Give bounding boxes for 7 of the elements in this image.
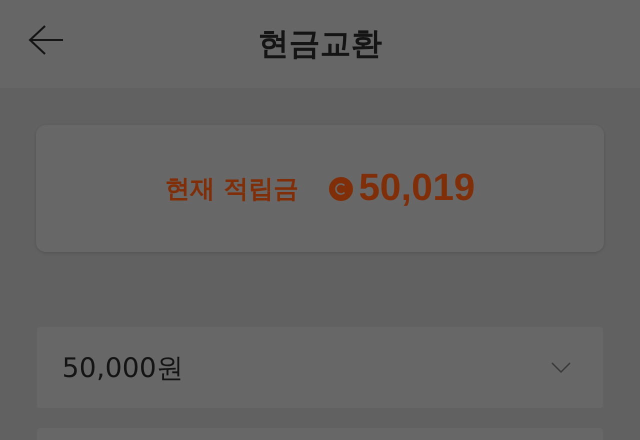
- back-icon[interactable]: [27, 24, 65, 56]
- coin-icon: [328, 176, 353, 200]
- balance-amount: 50,019: [358, 167, 475, 210]
- balance-label: 현재 적립금: [165, 173, 299, 205]
- chevron-down-icon: [551, 362, 571, 374]
- page-title: 현금교환: [258, 25, 382, 64]
- amount-select[interactable]: 50,000원: [37, 327, 603, 408]
